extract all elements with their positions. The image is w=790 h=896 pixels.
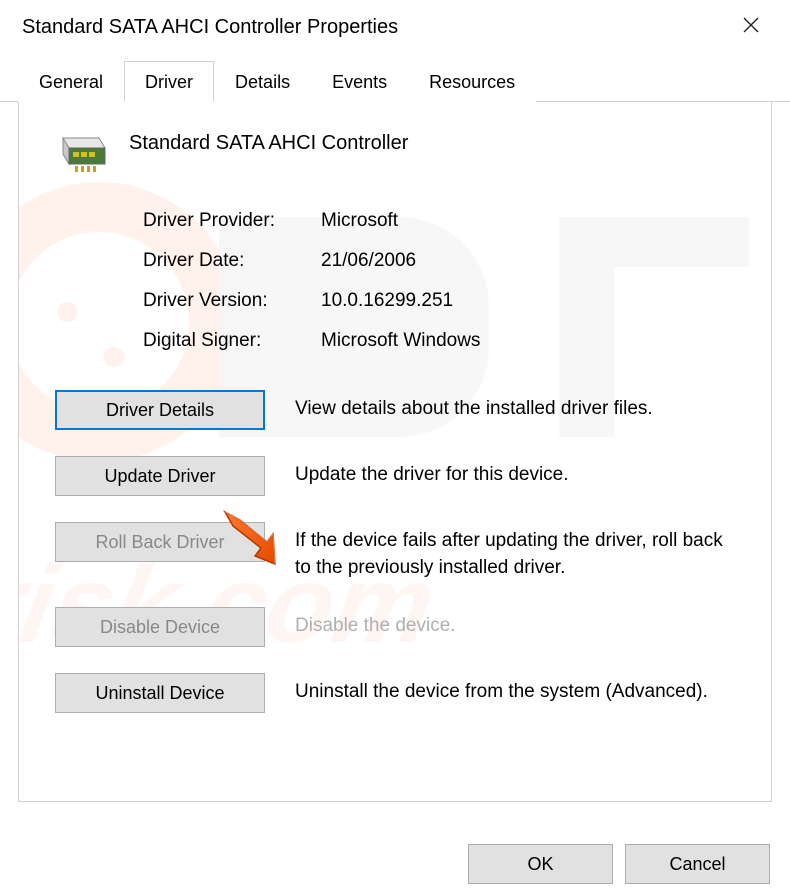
version-label: Driver Version:: [143, 290, 321, 312]
signer-label: Digital Signer:: [143, 330, 321, 352]
ok-button[interactable]: OK: [468, 844, 613, 884]
uninstall-device-button[interactable]: Uninstall Device: [55, 673, 265, 713]
tab-details[interactable]: Details: [214, 61, 311, 102]
version-value: 10.0.16299.251: [321, 290, 453, 312]
rollback-driver-desc: If the device fails after updating the d…: [295, 522, 743, 581]
rollback-driver-button: Roll Back Driver: [55, 522, 265, 562]
window-title: Standard SATA AHCI Controller Properties: [22, 16, 398, 39]
provider-value: Microsoft: [321, 210, 398, 232]
tab-driver[interactable]: Driver: [124, 61, 214, 102]
driver-details-desc: View details about the installed driver …: [295, 390, 653, 423]
tab-events[interactable]: Events: [311, 61, 408, 102]
disable-device-desc: Disable the device.: [295, 607, 456, 640]
date-label: Driver Date:: [143, 250, 321, 272]
update-driver-desc: Update the driver for this device.: [295, 456, 569, 489]
close-icon: [742, 16, 760, 34]
disable-device-button: Disable Device: [55, 607, 265, 647]
uninstall-device-desc: Uninstall the device from the system (Ad…: [295, 673, 708, 706]
device-name: Standard SATA AHCI Controller: [129, 130, 408, 155]
tab-resources[interactable]: Resources: [408, 61, 536, 102]
close-button[interactable]: [732, 10, 770, 44]
driver-details-button[interactable]: Driver Details: [55, 390, 265, 430]
titlebar: Standard SATA AHCI Controller Properties: [0, 0, 790, 60]
update-driver-button[interactable]: Update Driver: [55, 456, 265, 496]
tab-general[interactable]: General: [18, 61, 124, 102]
dialog-footer: OK Cancel: [468, 844, 770, 884]
date-value: 21/06/2006: [321, 250, 416, 272]
tab-content: risk.com Standard SATA AHCI Controller D…: [18, 102, 772, 802]
provider-label: Driver Provider:: [143, 210, 321, 232]
tab-bar: General Driver Details Events Resources: [0, 60, 790, 102]
device-icon: [55, 130, 109, 180]
cancel-button[interactable]: Cancel: [625, 844, 770, 884]
signer-value: Microsoft Windows: [321, 330, 480, 352]
